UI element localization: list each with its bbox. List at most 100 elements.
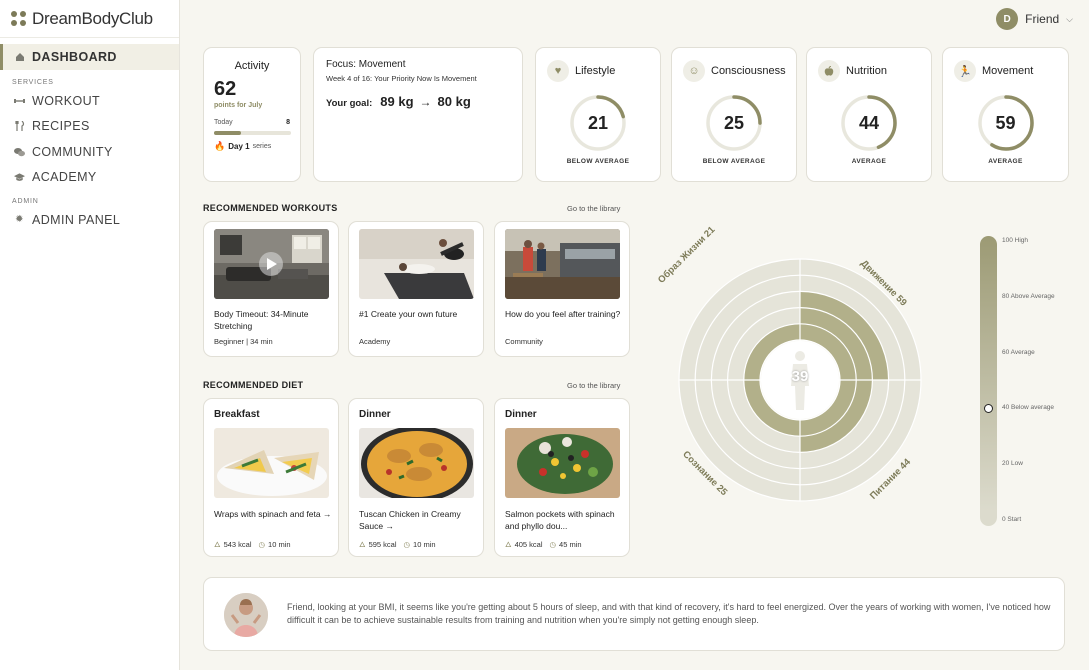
fork-knife-icon <box>14 121 25 132</box>
meal-type: Dinner <box>505 409 537 420</box>
meal-type: Breakfast <box>214 409 260 420</box>
diet-library-link[interactable]: Go to the library <box>567 381 620 390</box>
score-level: AVERAGE <box>851 158 887 165</box>
flame-icon: 🜂 <box>359 540 366 549</box>
heart-icon: ♥ <box>547 60 569 82</box>
workout-card[interactable]: Body Timeout: 34-Minute Stretching Begin… <box>203 221 339 357</box>
sidebar-item-label: RECIPES <box>32 119 90 134</box>
meal-title: Salmon pockets with spinach and phyllo d… <box>505 509 615 531</box>
activity-points: 62 <box>214 78 237 100</box>
clock-icon: ◷ <box>258 540 266 549</box>
streak: 🔥 Day 1 series <box>214 141 271 152</box>
sidebar-item-label: WORKOUT <box>32 93 101 108</box>
score-label: Nutrition <box>846 65 887 77</box>
scale-label: 20 Low <box>1002 460 1023 467</box>
today-progress-bar <box>214 131 291 135</box>
brand-logo[interactable]: DreamBodyClub <box>0 0 179 38</box>
wheel-center-value: 39 <box>791 368 809 385</box>
gear-icon: ✹ <box>15 214 24 226</box>
home-icon <box>14 52 25 63</box>
score-level: AVERAGE <box>988 158 1023 165</box>
user-menu[interactable]: D Friend ⌵ <box>996 8 1073 30</box>
score-value: 44 <box>858 112 880 133</box>
meal-time: 10 min <box>413 540 436 549</box>
sidebar-item-workout[interactable]: WORKOUT <box>0 88 179 114</box>
avatar: D <box>996 8 1019 30</box>
smile-icon: ☺ <box>683 60 705 82</box>
apple-icon <box>818 60 840 82</box>
sidebar-item-recipes[interactable]: RECIPES <box>0 114 179 140</box>
chevron-down-icon: ⌵ <box>1066 13 1073 24</box>
score-label: Movement <box>982 65 1034 77</box>
score-value: 21 <box>587 112 609 133</box>
activity-card[interactable]: Activity 62 points for July Today 8 🔥 Da… <box>203 47 301 182</box>
sidebar-item-academy[interactable]: ACADEMY <box>0 165 179 191</box>
sidebar-item-dashboard[interactable]: DASHBOARD <box>0 44 179 70</box>
score-ring: 25 <box>705 94 763 152</box>
streak-suffix: series <box>252 143 272 150</box>
workout-card[interactable]: #1 Create your own future Academy <box>348 221 484 357</box>
meal-thumbnail <box>505 428 620 498</box>
score-card-consciousness[interactable]: ☺ Consciousness 25 BELOW AVERAGE <box>671 47 797 182</box>
diet-card[interactable]: Dinner Salmon pockets with spinach and p… <box>494 398 630 557</box>
score-ring: 21 <box>569 94 627 152</box>
workouts-section-title: RECOMMENDED WORKOUTS <box>203 203 338 213</box>
meal-kcal: 595 kcal <box>368 540 397 549</box>
chat-icon <box>14 146 25 157</box>
logo-icon <box>11 10 27 27</box>
today-progress-fill <box>214 131 241 135</box>
meal-thumbnail <box>359 428 474 498</box>
goal-label: Your goal: <box>326 98 373 109</box>
clock-icon: ◷ <box>403 540 411 549</box>
sidebar-section-services: SERVICES <box>12 79 54 86</box>
goal-from: 89 kg <box>380 94 414 109</box>
focus-goal: Your goal: 89 kg → 80 kg <box>326 94 471 109</box>
activity-points-caption: points for July <box>214 102 263 109</box>
focus-title: Focus: Movement <box>326 59 406 70</box>
meal-time: 45 min <box>559 540 582 549</box>
scale-label: 100 High <box>1002 237 1029 244</box>
flame-icon: 🜂 <box>214 540 221 549</box>
today-label: Today <box>214 119 233 126</box>
sidebar-item-admin-panel[interactable]: ✹ ADMIN PANEL <box>0 207 179 233</box>
goal-to: 80 kg <box>437 94 471 109</box>
scale-label: 60 Average <box>1002 349 1035 356</box>
goal-arrow-icon: → <box>419 95 432 109</box>
scale-label: 40 Below average <box>1002 404 1055 411</box>
flame-icon: 🔥 <box>214 141 226 151</box>
sidebar-item-label: COMMUNITY <box>32 144 113 159</box>
graduation-cap-icon <box>14 172 25 183</box>
meal-meta: 🜂 405 kcal ◷ 45 min <box>505 537 582 552</box>
scale-label: 80 Above Average <box>1002 293 1055 300</box>
workouts-library-link[interactable]: Go to the library <box>567 204 620 213</box>
diet-card[interactable]: Breakfast Wraps with spinach and feta → … <box>203 398 339 557</box>
diet-section-title: RECOMMENDED DIET <box>203 380 304 390</box>
coach-note-text: Friend, looking at your BMI, it seems li… <box>287 602 1051 625</box>
focus-week: Week 4 of 16: Your Priority Now Is Movem… <box>326 74 477 83</box>
running-icon: 🏃 <box>954 60 976 82</box>
workout-thumbnail <box>359 229 474 299</box>
sidebar-section-admin: ADMIN <box>12 198 39 205</box>
score-value: 59 <box>995 112 1016 133</box>
dumbbell-icon <box>14 95 25 106</box>
workout-title: #1 Create your own future <box>359 309 458 319</box>
scale-label: 0 Start <box>1002 516 1022 523</box>
activity-title: Activity <box>234 60 270 72</box>
workout-thumbnail <box>214 229 329 299</box>
score-card-nutrition[interactable]: Nutrition 44 AVERAGE <box>806 47 932 182</box>
workout-title: Body Timeout: 34-Minute Stretching <box>214 309 309 331</box>
clock-icon: ◷ <box>549 540 557 549</box>
sidebar-item-community[interactable]: COMMUNITY <box>0 139 179 165</box>
meal-meta: 🜂 543 kcal ◷ 10 min <box>214 537 291 552</box>
flame-icon: 🜂 <box>505 540 512 549</box>
focus-card[interactable]: Focus: Movement Week 4 of 16: Your Prior… <box>313 47 523 182</box>
score-card-lifestyle[interactable]: ♥ Lifestyle 21 BELOW AVERAGE <box>535 47 661 182</box>
workout-title: How do you feel after training? <box>505 309 621 319</box>
workout-card[interactable]: How do you feel after training? Communit… <box>494 221 630 357</box>
diet-card[interactable]: Dinner Tuscan Chicken in Creamy Sauce → … <box>348 398 484 557</box>
score-card-movement[interactable]: 🏃 Movement 59 AVERAGE <box>942 47 1069 182</box>
meal-title: Tuscan Chicken in Creamy Sauce → <box>359 509 461 531</box>
meal-time: 10 min <box>268 540 291 549</box>
scale-marker[interactable] <box>984 404 993 414</box>
user-name: Friend <box>1025 12 1060 26</box>
